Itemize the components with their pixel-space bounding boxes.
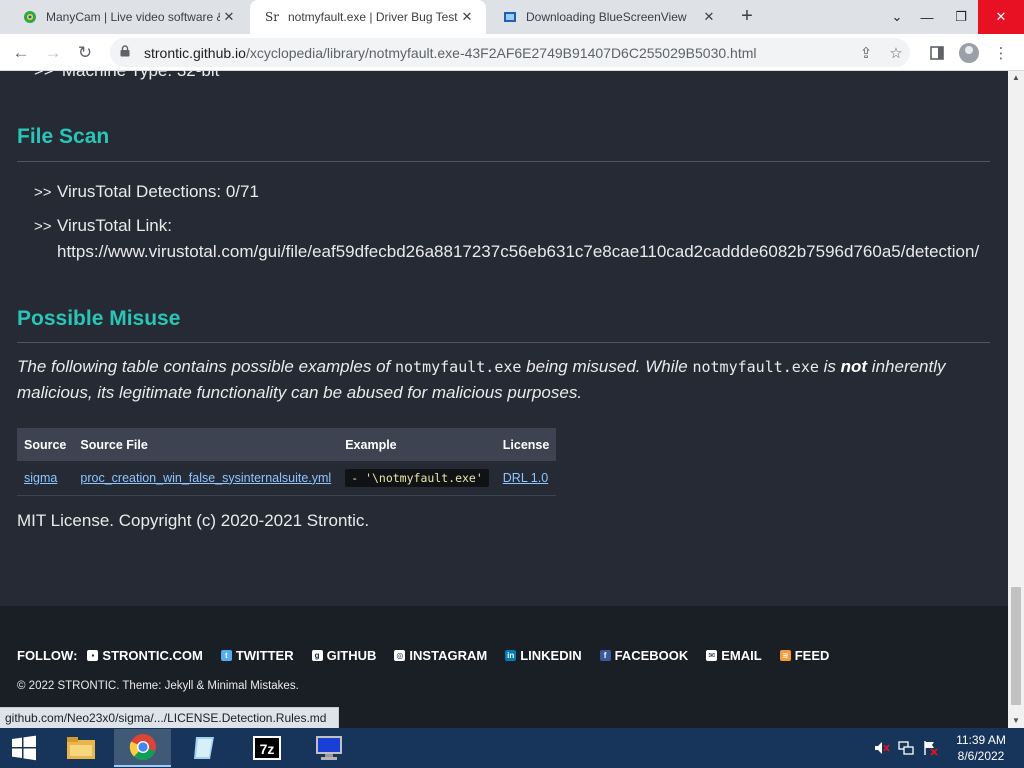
scroll-up-arrow[interactable]: ▲ [1008,71,1024,85]
column-header: Example [338,428,496,461]
page-content: >>Machine Type: 32-bit File Scan >>Virus… [0,71,1008,728]
source-link[interactable]: sigma [24,471,57,485]
7zip-icon[interactable]: 7z [238,729,295,767]
follow-label: FOLLOW: [17,648,78,663]
tab-strip: ManyCam | Live video software & ✕ Sr not… [0,0,1024,34]
volume-muted-icon[interactable] [874,740,890,756]
profile-avatar[interactable] [956,40,982,66]
column-header: Source File [73,428,339,461]
linkedin-icon: in [505,650,517,661]
footer-link-email[interactable]: ✉ EMAIL [706,648,762,663]
footer-link-strontic[interactable]: ▪ STRONTIC.COM [87,648,203,663]
back-button[interactable]: ← [8,40,34,66]
chrome-icon[interactable] [114,729,171,767]
tab-notmyfault[interactable]: Sr notmyfault.exe | Driver Bug Test ✕ [250,0,486,34]
footer-link-github[interactable]: g GITHUB [311,648,376,663]
windows-logo-icon [12,735,36,761]
instagram-icon: ◎ [394,650,406,661]
machine-type-line: >>Machine Type: 32-bit [34,71,219,81]
scroll-down-arrow[interactable]: ▼ [1008,714,1024,728]
url-path: /xcyclopedia/library/notmyfault.exe-43F2… [245,44,757,61]
footer-link-linkedin[interactable]: in LINKEDIN [505,648,582,663]
close-tab-icon[interactable]: ✕ [220,9,238,25]
svg-text:7z: 7z [259,741,274,757]
file-explorer-icon[interactable] [52,729,109,767]
follow-bar: FOLLOW: ▪ STRONTIC.COM t TWITTER g GITHUB ◎… [17,648,847,663]
rss-icon: ≋ [779,650,791,661]
strontic-icon: Sr [265,10,279,24]
facebook-icon: f [599,650,611,661]
example-code: - '\notmyfault.exe' [345,468,489,487]
scroll-thumb[interactable] [1011,587,1021,705]
url-host: strontic.github.io [144,44,246,61]
manycam-icon [22,9,38,25]
forward-button[interactable]: → [40,40,66,66]
side-panel-icon[interactable] [924,40,950,66]
browser-toolbar: ← → ↻ strontic.github.io/xcyclopedia/lib… [0,34,1024,71]
virustotal-url[interactable]: https://www.virustotal.com/gui/file/eaf5… [34,239,979,264]
table-row: sigma proc_creation_win_false_sysinterna… [17,461,557,496]
tab-search-icon[interactable]: ⌄ [880,0,914,34]
column-header: License [495,428,557,461]
divider [17,161,990,162]
system-clock[interactable]: 11:39 AM 8/6/2022 [948,732,1014,764]
envelope-icon: ✉ [706,650,718,661]
footer-link-facebook[interactable]: f FACEBOOK [599,648,688,663]
page-icon [502,9,518,25]
share-icon[interactable]: ⇪ [852,38,880,67]
close-tab-icon[interactable]: ✕ [458,9,476,25]
file-scan-heading: File Scan [17,125,110,148]
close-window-button[interactable]: ✕ [978,0,1024,34]
tab-manycam[interactable]: ManyCam | Live video software & ✕ [8,0,248,34]
bookmark-star-icon[interactable]: ☆ [882,38,910,67]
column-header: Source [17,428,74,461]
restore-button[interactable]: ❐ [944,0,978,34]
menu-kebab-icon[interactable]: ⋮ [988,40,1014,66]
misuse-intro: The following table contains possible ex… [17,357,946,402]
close-tab-icon[interactable]: ✕ [700,9,718,25]
address-bar[interactable]: strontic.github.io/xcyclopedia/library/n… [110,38,910,67]
minimize-button[interactable]: — [910,0,944,34]
possible-misuse-heading: Possible Misuse [17,307,181,330]
tab-title: notmyfault.exe | Driver Bug Test [288,10,458,24]
reload-button[interactable]: ↻ [72,40,98,66]
page-scrollbar[interactable]: ▲ ▼ [1008,71,1024,728]
divider [17,342,990,343]
bluescreenview-icon[interactable] [300,729,357,767]
clock-date: 8/6/2022 [957,749,1005,763]
list-item: >> VirusTotal Link: https://www.virustota… [34,213,979,264]
start-button[interactable] [0,728,48,768]
bookmark-icon: ▪ [87,650,99,661]
lock-icon[interactable] [120,45,136,60]
copyright-text: MIT License. Copyright (c) 2020-2021 Str… [17,511,370,530]
footer-link-feed[interactable]: ≋ FEED [779,648,829,663]
new-tab-button[interactable]: + [736,6,758,28]
footer-note: © 2022 STRONTIC. Theme: Jekyll & Minimal… [17,680,299,692]
clock-time: 11:39 AM [956,733,1006,747]
tab-bluescreenview[interactable]: Downloading BlueScreenView ✕ [488,0,728,34]
tab-title: Downloading BlueScreenView [526,10,687,24]
list-item: >> VirusTotal Detections: 0/71 [34,182,259,201]
twitter-icon: t [220,650,232,661]
windows-taskbar: 7z 11:39 AM 8/6/2022 [0,728,1024,768]
license-link[interactable]: DRL 1.0 [503,471,548,485]
table-header-row: Source Source File Example License [17,428,557,461]
misuse-table: Source Source File Example License sigma… [17,428,557,496]
footer-link-instagram[interactable]: ◎ INSTAGRAM [394,648,487,663]
footer-link-twitter[interactable]: t TWITTER [220,648,294,663]
action-center-icon[interactable] [922,740,938,756]
tab-title: ManyCam | Live video software & [46,10,220,24]
link-status-bubble: github.com/Neo23x0/sigma/.../LICENSE.Det… [0,707,339,728]
notepad-icon[interactable] [176,729,233,767]
source-file-link[interactable]: proc_creation_win_false_sysinternalsuite… [80,471,331,485]
network-icon[interactable] [898,740,914,756]
github-icon: g [311,650,323,661]
